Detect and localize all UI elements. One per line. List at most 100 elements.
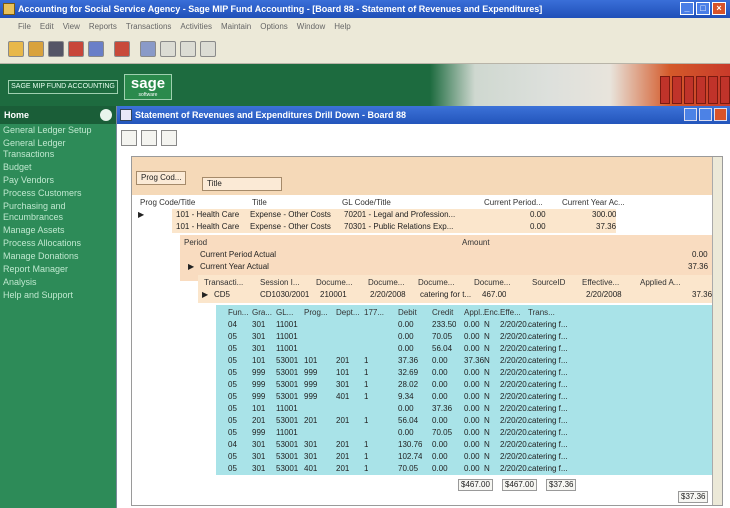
detail-cell-prog: 999	[304, 368, 318, 377]
sidebar-header-label: Home	[4, 110, 30, 120]
col-current-period[interactable]: Current Period...	[484, 197, 543, 208]
detail-cell-grant: 999	[252, 380, 266, 389]
col-gl-code[interactable]: GL Code/Title	[342, 197, 391, 208]
sidebar-header[interactable]: Home	[0, 106, 116, 124]
redo-icon[interactable]	[160, 40, 176, 57]
detail-cell-effective: 2/20/20..	[500, 416, 532, 425]
menu-view[interactable]: View	[63, 22, 80, 31]
group-chip-title[interactable]: Title	[202, 177, 282, 191]
detail-cell-credit: 233.50	[432, 320, 457, 329]
sidebar-item-gl-setup[interactable]: General Ledger Setup	[0, 124, 116, 137]
level1-row-2-gl: 70301 - Public Relations Exp...	[344, 222, 454, 231]
open-icon[interactable]	[8, 40, 24, 57]
sidebar-item-pay-vendors[interactable]: Pay Vendors	[0, 174, 116, 187]
close-icon[interactable]: ×	[712, 2, 726, 15]
grid-icon[interactable]	[88, 40, 104, 57]
sidebar-item-manage-assets[interactable]: Manage Assets	[0, 224, 116, 237]
menu-maintain[interactable]: Maintain	[221, 22, 251, 31]
menu-window[interactable]: Window	[297, 22, 325, 31]
detail-col-code[interactable]: 177...	[364, 307, 384, 318]
close-icon[interactable]	[714, 108, 727, 121]
detail-cell-credit: 0.00	[432, 368, 448, 377]
detail-cell-enc: N	[484, 404, 490, 413]
detail-cell-enc: N	[484, 332, 490, 341]
detail-cell-debit: 0.00	[398, 344, 414, 353]
level3-doc-date: 2/20/2008	[370, 290, 406, 299]
sidebar-item-help-support[interactable]: Help and Support	[0, 289, 116, 302]
col-current-year[interactable]: Current Year Ac...	[562, 197, 625, 208]
detail-col-effective[interactable]: Effe...	[500, 307, 521, 318]
sidebar-item-report-manager[interactable]: Report Manager	[0, 263, 116, 276]
col-amount[interactable]: Amount	[462, 237, 490, 248]
maximize-icon[interactable]: □	[696, 2, 710, 15]
sidebar-item-analysis[interactable]: Analysis	[0, 276, 116, 289]
sidebar-item-manage-donations[interactable]: Manage Donations	[0, 250, 116, 263]
menu-transactions[interactable]: Transactions	[126, 22, 172, 31]
vertical-scrollbar[interactable]	[712, 157, 722, 505]
binders-image	[660, 76, 730, 104]
detail-cell-grant: 301	[252, 344, 266, 353]
sidebar-item-process-allocations[interactable]: Process Allocations	[0, 237, 116, 250]
detail-col-dept[interactable]: Dept...	[336, 307, 360, 318]
report-icon[interactable]	[68, 40, 84, 57]
folder-icon[interactable]	[28, 40, 44, 57]
detail-cell-enc: N	[484, 380, 490, 389]
minimize-icon[interactable]	[684, 108, 697, 121]
detail-cell-applied: 0.00	[464, 464, 480, 473]
pin-icon[interactable]	[48, 40, 64, 57]
help-icon[interactable]	[180, 40, 196, 57]
detail-cell-code: 1	[364, 416, 369, 425]
detail-cell-effective: 2/20/20..	[500, 404, 532, 413]
col-effective[interactable]: Effective...	[582, 277, 619, 288]
expand-icon[interactable]: ▶	[202, 289, 208, 300]
col-period[interactable]: Period	[184, 237, 207, 248]
col-applied[interactable]: Applied A...	[640, 277, 680, 288]
col-document-1[interactable]: Docume...	[316, 277, 352, 288]
menu-activities[interactable]: Activities	[180, 22, 212, 31]
col-session[interactable]: Session I...	[260, 277, 300, 288]
collapse-icon[interactable]	[100, 109, 112, 121]
document-icon	[120, 109, 132, 121]
sidebar-item-purchasing[interactable]: Purchasing and Encumbrances	[0, 200, 116, 224]
detail-col-debit[interactable]: Debit	[398, 307, 417, 318]
col-document-3[interactable]: Docume...	[418, 277, 454, 288]
detail-col-fund[interactable]: Fun...	[228, 307, 248, 318]
detail-col-credit[interactable]: Credit	[432, 307, 453, 318]
print-icon[interactable]	[121, 130, 137, 146]
restore-icon[interactable]	[699, 108, 712, 121]
menu-help[interactable]: Help	[334, 22, 350, 31]
expand-icon[interactable]: ▶	[188, 261, 194, 272]
menu-file[interactable]: File	[18, 22, 31, 31]
sidebar-item-process-customers[interactable]: Process Customers	[0, 187, 116, 200]
col-title[interactable]: Title	[252, 197, 267, 208]
menu-reports[interactable]: Reports	[89, 22, 117, 31]
detail-col-grant[interactable]: Gra...	[252, 307, 272, 318]
col-transaction[interactable]: Transacti...	[204, 277, 243, 288]
detail-cell-code: 1	[364, 356, 369, 365]
sidebar-item-budget[interactable]: Budget	[0, 161, 116, 174]
detail-col-prog[interactable]: Prog...	[304, 307, 328, 318]
col-prog-code[interactable]: Prog Code/Title	[140, 197, 195, 208]
menu-options[interactable]: Options	[260, 22, 288, 31]
sidebar-item-gl-transactions[interactable]: General Ledger Transactions	[0, 137, 116, 161]
detail-cell-fund: 05	[228, 404, 237, 413]
expand-icon[interactable]: ▶	[138, 209, 168, 220]
export-icon[interactable]	[141, 130, 157, 146]
col-document-4[interactable]: Docume...	[474, 277, 510, 288]
detail-col-gl[interactable]: GL...	[276, 307, 293, 318]
mail-icon[interactable]	[114, 40, 130, 57]
col-source-id[interactable]: SourceID	[532, 277, 565, 288]
menu-edit[interactable]: Edit	[40, 22, 54, 31]
detail-col-trans[interactable]: Trans...	[528, 307, 555, 318]
print-icon[interactable]	[200, 40, 216, 57]
group-chip-prog-code[interactable]: Prog Cod...	[136, 171, 187, 185]
minimize-icon[interactable]: _	[680, 2, 694, 15]
app-title: Accounting for Social Service Agency - S…	[18, 4, 543, 14]
logo-text: sage	[130, 75, 166, 92]
detail-cell-trans: catering f...	[528, 464, 568, 473]
undo-icon[interactable]	[140, 40, 156, 57]
options-icon[interactable]	[161, 130, 177, 146]
detail-cell-credit: 0.00	[432, 392, 448, 401]
detail-cell-applied: 0.00	[464, 380, 480, 389]
col-document-2[interactable]: Docume...	[368, 277, 404, 288]
